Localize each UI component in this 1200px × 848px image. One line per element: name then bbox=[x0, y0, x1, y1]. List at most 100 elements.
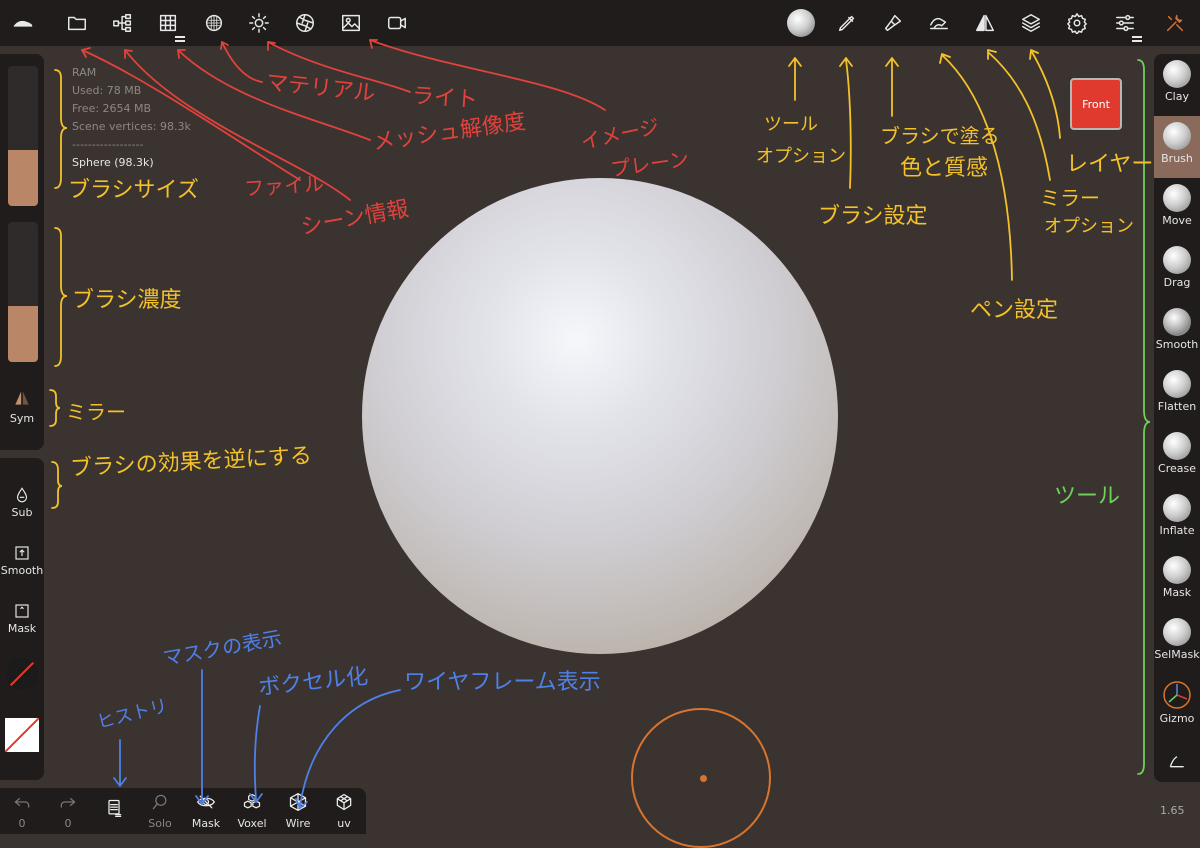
mask-tool-icon bbox=[1163, 556, 1191, 584]
brush-cursor-center bbox=[700, 775, 707, 782]
tool-label: Gizmo bbox=[1159, 712, 1195, 725]
scene-info: RAM Used: 78 MB Free: 2654 MB Scene vert… bbox=[72, 64, 191, 172]
voxel-button[interactable]: Voxel bbox=[230, 792, 274, 830]
submenu-icon bbox=[1132, 36, 1142, 42]
annotation-file: ファイル bbox=[243, 171, 325, 201]
undo-icon bbox=[12, 797, 32, 816]
history-button[interactable] bbox=[92, 798, 136, 822]
uv-button[interactable]: uv bbox=[322, 792, 366, 830]
tool-smooth[interactable]: Smooth bbox=[1154, 302, 1200, 364]
aperture-icon[interactable] bbox=[290, 8, 320, 38]
sun-icon[interactable] bbox=[244, 8, 274, 38]
pen-icon[interactable] bbox=[832, 8, 862, 38]
flatten-icon bbox=[1163, 370, 1191, 398]
material-icon[interactable] bbox=[199, 8, 229, 38]
redo-button[interactable]: 0 bbox=[46, 792, 90, 830]
tool-drag[interactable]: Drag bbox=[1154, 240, 1200, 302]
tool-brush[interactable]: Brush bbox=[1154, 116, 1200, 178]
tools-icon[interactable] bbox=[1160, 8, 1190, 38]
annotation-material: マテリアル bbox=[264, 70, 377, 107]
pen-tool-icon bbox=[1167, 750, 1187, 770]
front-view-label: Front bbox=[1082, 97, 1110, 111]
mirror-icon[interactable] bbox=[970, 8, 1000, 38]
tool-flatten[interactable]: Flatten bbox=[1154, 364, 1200, 426]
uv-icon bbox=[334, 793, 354, 816]
symmetry-button[interactable]: Sym bbox=[0, 388, 44, 425]
stylus-icon[interactable] bbox=[924, 8, 954, 38]
smooth-button[interactable]: Smooth bbox=[0, 544, 44, 577]
redo-icon bbox=[58, 797, 78, 816]
scene-info-ram: RAM bbox=[72, 66, 97, 79]
material-swatch[interactable] bbox=[6, 658, 38, 690]
logo-icon[interactable] bbox=[8, 8, 38, 38]
tool-label: Flatten bbox=[1157, 400, 1197, 413]
scene-info-free: Free: 2654 MB bbox=[72, 102, 152, 115]
sphere-mesh[interactable] bbox=[362, 178, 838, 654]
smooth-icon bbox=[1163, 308, 1191, 336]
grid-icon[interactable] bbox=[153, 8, 185, 42]
annotation-brush-size: ブラシサイズ bbox=[68, 178, 199, 203]
tool-mask[interactable]: Mask bbox=[1154, 550, 1200, 612]
mask-button[interactable]: Mask bbox=[0, 602, 44, 635]
image-icon[interactable] bbox=[336, 8, 366, 38]
video-icon[interactable] bbox=[382, 8, 412, 38]
history-icon bbox=[104, 799, 124, 822]
annotation-invert: ブラシの効果を逆にする bbox=[69, 443, 313, 482]
front-view-button[interactable]: Front bbox=[1070, 78, 1122, 130]
voxel-icon bbox=[242, 793, 262, 816]
clay-icon bbox=[1163, 60, 1191, 88]
tool-label: Smooth bbox=[1155, 338, 1199, 351]
color-swatch[interactable] bbox=[5, 718, 39, 752]
folder-icon[interactable] bbox=[62, 8, 92, 38]
version-label: 1.65 bbox=[1160, 804, 1185, 817]
smooth-square-icon bbox=[13, 544, 31, 562]
mask-label: Mask bbox=[7, 622, 37, 635]
mask-square-icon bbox=[13, 602, 31, 620]
annotation-tool-options-2: オプション bbox=[756, 146, 846, 167]
brush-radius-fill bbox=[8, 150, 38, 206]
bottom-toolbar: 0 0 Solo Mask Voxel Wire uv bbox=[0, 788, 366, 834]
annotation-scene-info: シーン情報 bbox=[299, 196, 411, 241]
tool-more[interactable] bbox=[1154, 738, 1200, 782]
tool-move[interactable]: Move bbox=[1154, 178, 1200, 240]
tool-label: Brush bbox=[1161, 152, 1193, 165]
move-icon bbox=[1163, 184, 1191, 212]
scene-info-vertices: Scene vertices: 98.3k bbox=[72, 120, 191, 133]
layers-icon[interactable] bbox=[1016, 8, 1046, 38]
solo-button[interactable]: Solo bbox=[138, 792, 182, 830]
brush-intensity-fill bbox=[8, 306, 38, 362]
search-icon bbox=[150, 794, 170, 816]
wireframe-button[interactable]: Wire bbox=[276, 792, 320, 830]
right-tool-panel: Clay Brush Move Drag Smooth Flatten Crea… bbox=[1154, 54, 1200, 782]
annotation-voxel: ボクセル化 bbox=[257, 664, 370, 701]
annotation-tool-options-1: ツール bbox=[764, 114, 818, 135]
crease-icon bbox=[1163, 432, 1191, 460]
tool-label: Clay bbox=[1165, 90, 1189, 103]
tool-crease[interactable]: Crease bbox=[1154, 426, 1200, 488]
sliders-icon[interactable] bbox=[1110, 8, 1142, 42]
sub-label: Sub bbox=[11, 506, 33, 519]
annotation-mask-display: マスクの表示 bbox=[161, 625, 284, 671]
annotation-image-plane-2: プレーン bbox=[608, 146, 691, 182]
left-stroke-panel: Sub Smooth Mask bbox=[0, 458, 44, 780]
tool-selmask[interactable]: SelMask bbox=[1154, 612, 1200, 674]
undo-button[interactable]: 0 bbox=[0, 792, 44, 830]
gear-icon[interactable] bbox=[1062, 8, 1092, 38]
scene-tree-icon[interactable] bbox=[108, 8, 138, 38]
brush-radius-slider[interactable] bbox=[8, 66, 38, 206]
top-toolbar bbox=[0, 0, 1200, 46]
tool-clay[interactable]: Clay bbox=[1154, 54, 1200, 116]
wireframe-label: Wire bbox=[285, 817, 311, 830]
tool-inflate[interactable]: Inflate bbox=[1154, 488, 1200, 550]
uv-label: uv bbox=[337, 817, 351, 830]
brush-intensity-slider[interactable] bbox=[8, 222, 38, 362]
scene-info-object[interactable]: Sphere (98.3k) bbox=[72, 154, 191, 172]
gizmo-icon bbox=[1162, 680, 1192, 710]
paint-brush-icon[interactable] bbox=[878, 8, 908, 38]
solo-label: Solo bbox=[148, 817, 172, 830]
sub-button[interactable]: Sub bbox=[0, 486, 44, 519]
tool-gizmo[interactable]: Gizmo bbox=[1154, 674, 1200, 736]
brush-preview-icon[interactable] bbox=[786, 8, 816, 38]
smooth-label: Smooth bbox=[0, 564, 44, 577]
mask-visibility-button[interactable]: Mask bbox=[184, 792, 228, 830]
